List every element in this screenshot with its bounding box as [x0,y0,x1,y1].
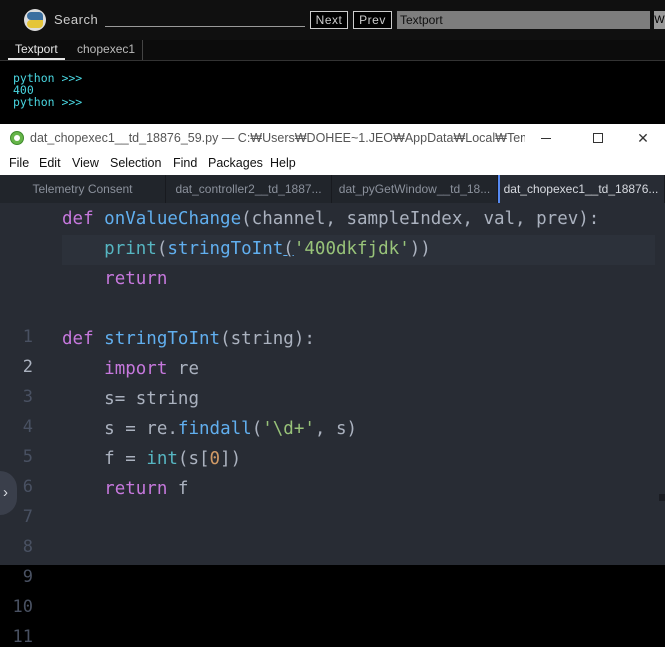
line-number: 11 [12,627,33,647]
tab-chopexec1[interactable]: chopexec1 [70,40,144,60]
code-token: s = re. [104,419,178,439]
scrollbar[interactable] [659,494,665,501]
line-number: 9 [22,567,33,587]
search-input[interactable] [105,12,305,27]
code-line-7: s= string [62,384,199,414]
textport-output: python >>> 400 python >>> [13,72,82,108]
keyword-token: return [104,269,168,289]
atom-icon [10,131,24,145]
code-token: (s[ [177,449,210,469]
menu-edit[interactable]: Edit [39,156,61,170]
function-token: stringToInt [167,239,284,259]
code-token: , s) [314,419,358,439]
wrap-toggle[interactable]: W [654,11,665,29]
string-token: '400dkfjdk' [293,239,410,259]
keyword-token: def [62,329,94,349]
line-number: 8 [22,537,33,557]
maximize-button[interactable] [575,124,621,153]
number-token: 0 [209,449,221,469]
line-number: 10 [12,597,33,617]
window-title: dat_chopexec1__td_18876_59.py — C:₩Users… [30,131,525,145]
function-token: onValueChange [104,209,242,229]
code-token: ( [156,239,168,259]
code-line-2: print(stringToInt('400dkfjdk')) [62,234,431,264]
code-token: ]) [220,449,242,469]
python-logo-icon [24,9,46,31]
close-button[interactable]: ✕ [620,124,665,153]
string-token: '\d+' [262,419,315,439]
menu-view[interactable]: View [72,156,99,170]
line-number: 2 [22,357,33,377]
code-token: f [167,479,189,499]
code-token: (channel, sampleIndex, val, prev): [241,209,600,229]
menu-selection[interactable]: Selection [110,156,161,170]
keyword-token: return [104,479,168,499]
chevron-right-icon: › [3,484,8,501]
code-line-3: return [62,264,167,294]
matched-bracket: ( [283,239,294,259]
menu-bar: File Edit View Selection Find Packages H… [0,153,665,175]
line-number: 4 [22,417,33,437]
textport-panel: Search Next Prev Textport W Textport cho… [0,0,665,124]
menu-find[interactable]: Find [173,156,197,170]
code-token: f = [104,449,147,469]
find-field[interactable]: Textport [397,11,650,29]
code-token: s= string [104,389,199,409]
line-number: 5 [22,447,33,467]
minimize-button[interactable] [523,124,569,153]
code-editor[interactable]: def onValueChange(channel, sampleIndex, … [62,203,665,565]
code-token: (string): [220,329,315,349]
search-label: Search [54,12,99,27]
prev-button[interactable]: Prev [353,11,392,29]
tab-textport[interactable]: Textport [8,40,65,60]
keyword-token: import [104,359,168,379]
output-line: python >>> [13,95,83,109]
code-token: re [167,359,199,379]
function-token: stringToInt [104,329,221,349]
line-number: 3 [22,387,33,407]
menu-file[interactable]: File [9,156,29,170]
menu-help[interactable]: Help [270,156,296,170]
tab-dat-controller2[interactable]: dat_controller2__td_1887... [166,175,332,203]
keyword-token: def [62,209,94,229]
minimize-icon [541,138,551,139]
editor-tab-bar: Telemetry Consent dat_controller2__td_18… [0,175,665,203]
maximize-icon [593,133,603,143]
line-number: 1 [22,327,33,347]
title-bar: dat_chopexec1__td_18876_59.py — C:₩Users… [0,124,665,153]
code-line-1: def onValueChange(channel, sampleIndex, … [62,204,599,234]
editor-window: dat_chopexec1__td_18876_59.py — C:₩Users… [0,124,665,647]
textport-tabs: Textport chopexec1 [0,40,665,61]
menu-packages[interactable]: Packages [208,156,263,170]
code-line-8: s = re.findall('\d+', s) [62,414,357,444]
code-line-6: import re [62,354,199,384]
builtin-token: int [146,449,178,469]
tab-dat-pygetwindow[interactable]: dat_pyGetWindow__td_18... [332,175,498,203]
tab-telemetry-consent[interactable]: Telemetry Consent [0,175,166,203]
function-token: findall [177,419,252,439]
close-icon: ✕ [637,130,649,146]
code-line-10: return f [62,474,188,504]
code-token: )) [409,239,431,259]
code-line-9: f = int(s[0]) [62,444,241,474]
code-token: ( [251,419,263,439]
textport-toolbar: Search Next Prev Textport W [0,0,665,40]
builtin-token: print [104,239,157,259]
tab-dat-chopexec1[interactable]: dat_chopexec1__td_18876... [498,175,665,203]
next-button[interactable]: Next [310,11,348,29]
code-line-5: def stringToInt(string): [62,324,315,354]
